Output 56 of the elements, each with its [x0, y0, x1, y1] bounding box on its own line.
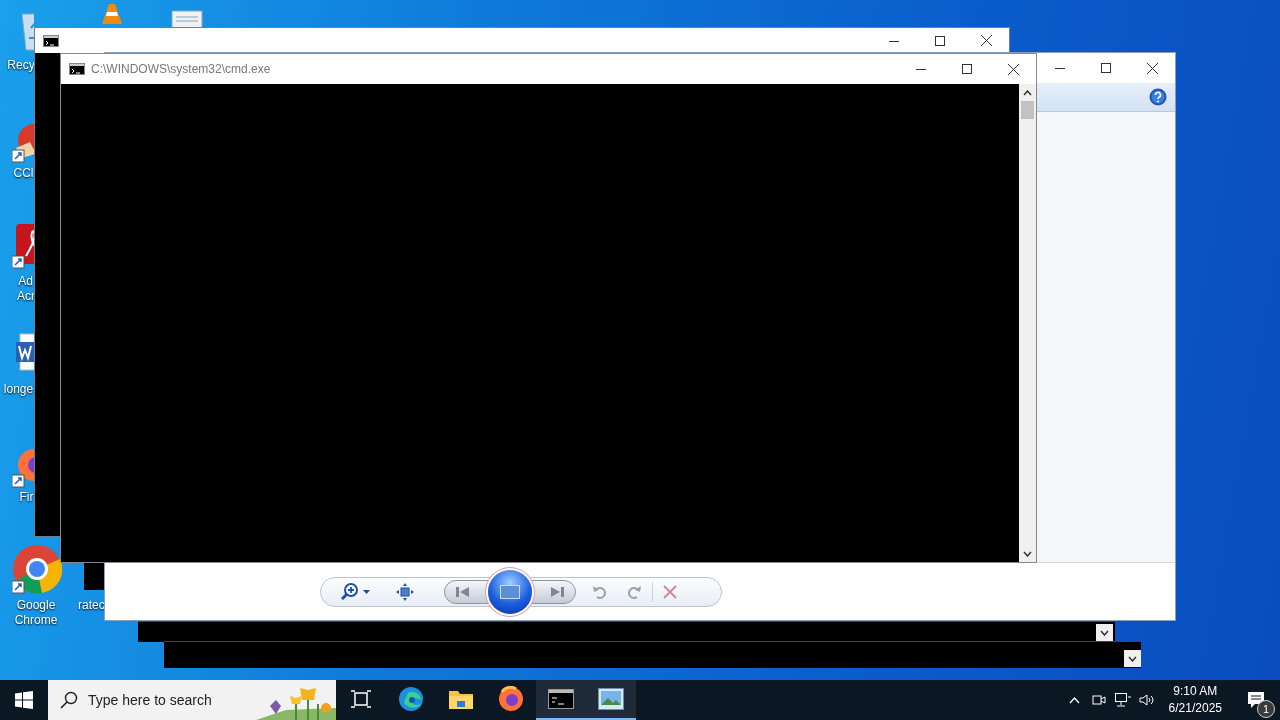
windows-logo-icon: [15, 691, 33, 709]
notification-count: 1: [1257, 700, 1275, 718]
icon-label: Fir: [19, 490, 34, 505]
close-icon: [1146, 62, 1158, 74]
photo-viewer-icon: [598, 688, 624, 710]
chevron-up-icon: [1023, 89, 1032, 96]
icon-label: Google Chrome: [13, 598, 59, 628]
maximize-icon: [935, 35, 945, 46]
close-icon: [980, 35, 992, 46]
zoom-in-icon: [341, 582, 359, 601]
maximize-icon: [962, 64, 972, 74]
console-icon: [43, 34, 59, 47]
maximize-icon: [1101, 63, 1111, 73]
console-icon: [69, 63, 85, 75]
search-bar[interactable]: Type here to search: [48, 680, 336, 720]
search-field[interactable]: Type here to search: [88, 692, 258, 708]
slideshow-button[interactable]: [488, 569, 532, 614]
close-icon: [1007, 63, 1019, 75]
traffic-cone-icon[interactable]: [100, 4, 124, 26]
scroll-down-button[interactable]: [1096, 624, 1113, 641]
help-icon[interactable]: [1149, 88, 1167, 106]
search-icon: [60, 691, 78, 709]
fit-icon: [396, 582, 414, 601]
icon-label: Recy: [7, 58, 35, 73]
firefox-icon: [498, 686, 524, 712]
scroll-down-button[interactable]: [1124, 650, 1141, 667]
icon-label: ratec: [78, 598, 104, 613]
screen-icon: [500, 584, 520, 599]
folder-icon: [448, 688, 474, 710]
task-view-icon: [351, 690, 371, 708]
chevron-down-icon: [1128, 655, 1137, 662]
network-icon: [1114, 693, 1131, 707]
window-title: C:\WINDOWS\system32\cmd.exe: [91, 62, 272, 76]
chevron-up-icon: [1069, 696, 1081, 704]
edge-icon: [398, 686, 424, 712]
previous-icon: [456, 585, 470, 598]
volume-icon: [1138, 693, 1155, 707]
caret-icon: [363, 589, 370, 594]
rotate-right-icon: [626, 583, 642, 600]
icon-label: Ad Acr: [17, 274, 34, 304]
close-icon: [663, 584, 677, 599]
taskbar-console-button[interactable]: [536, 680, 586, 720]
clock[interactable]: 9:10 AM 6/21/2025: [1158, 683, 1232, 717]
scrollbar-thumb[interactable]: [1021, 101, 1034, 119]
chrome-icon[interactable]: [12, 545, 62, 595]
chevron-down-icon: [1023, 550, 1032, 557]
taskbar-photo-viewer-button[interactable]: [586, 680, 636, 720]
scrollbar[interactable]: [1019, 84, 1036, 562]
rotate-left-icon: [592, 583, 608, 600]
notifications-button[interactable]: 1: [1232, 680, 1280, 720]
console-icon: [548, 689, 574, 709]
chevron-down-icon: [1100, 629, 1109, 636]
next-icon: [550, 585, 564, 598]
camera-icon: [1091, 693, 1106, 707]
icon-label: longe: [3, 382, 34, 397]
icon-label: CCl: [13, 166, 34, 181]
